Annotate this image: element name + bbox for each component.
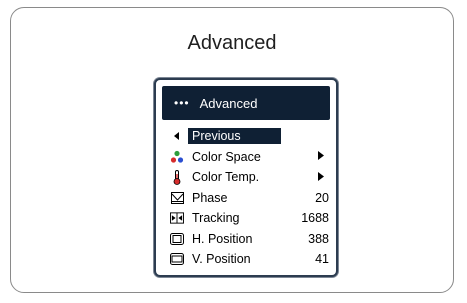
menu-item-color-space[interactable]: Color Space xyxy=(162,147,330,168)
menu-item-label: Tracking xyxy=(192,211,240,226)
menu-item-value: 20 xyxy=(315,190,329,205)
menu-item-label: Color Space xyxy=(192,149,261,164)
color-space-icon xyxy=(170,150,184,164)
menu-item-tracking[interactable]: Tracking 1688 xyxy=(162,208,330,229)
submenu-arrow-icon xyxy=(318,171,324,183)
menu-item-v-position[interactable]: V. Position 41 xyxy=(162,249,330,270)
menu-item-phase[interactable]: Phase 20 xyxy=(162,188,330,209)
osd-header-title: Advanced xyxy=(199,95,258,111)
menu-item-label: V. Position xyxy=(192,252,251,267)
page-title: Advanced xyxy=(187,32,277,54)
osd-header: ••• Advanced xyxy=(162,86,330,120)
advanced-card: Advanced ••• Advanced Previous Color Spa… xyxy=(10,7,454,293)
menu-item-h-position[interactable]: H. Position 388 xyxy=(162,229,330,250)
menu-item-label: H. Position xyxy=(192,231,253,246)
tracking-icon xyxy=(170,211,184,225)
menu-item-label: Phase xyxy=(192,190,228,205)
menu-dots-icon: ••• xyxy=(174,96,190,110)
left-arrow-icon xyxy=(170,129,184,143)
h-position-icon xyxy=(170,232,184,246)
submenu-arrow-icon xyxy=(318,151,324,162)
phase-icon xyxy=(170,191,184,205)
menu-item-value: 41 xyxy=(315,252,329,267)
osd-item-list: Previous Color Space Color Temp. Phase 2… xyxy=(162,126,330,270)
menu-item-color-temp[interactable]: Color Temp. xyxy=(162,167,330,188)
thermometer-icon xyxy=(170,169,184,185)
menu-item-previous[interactable]: Previous xyxy=(162,126,330,147)
menu-item-value: 1688 xyxy=(301,211,329,226)
v-position-icon xyxy=(170,252,184,266)
menu-item-label: Color Temp. xyxy=(192,170,260,185)
osd-menu: ••• Advanced Previous Color Space Color … xyxy=(154,78,338,277)
menu-item-value: 388 xyxy=(308,231,329,246)
menu-item-label: Previous xyxy=(188,128,281,145)
